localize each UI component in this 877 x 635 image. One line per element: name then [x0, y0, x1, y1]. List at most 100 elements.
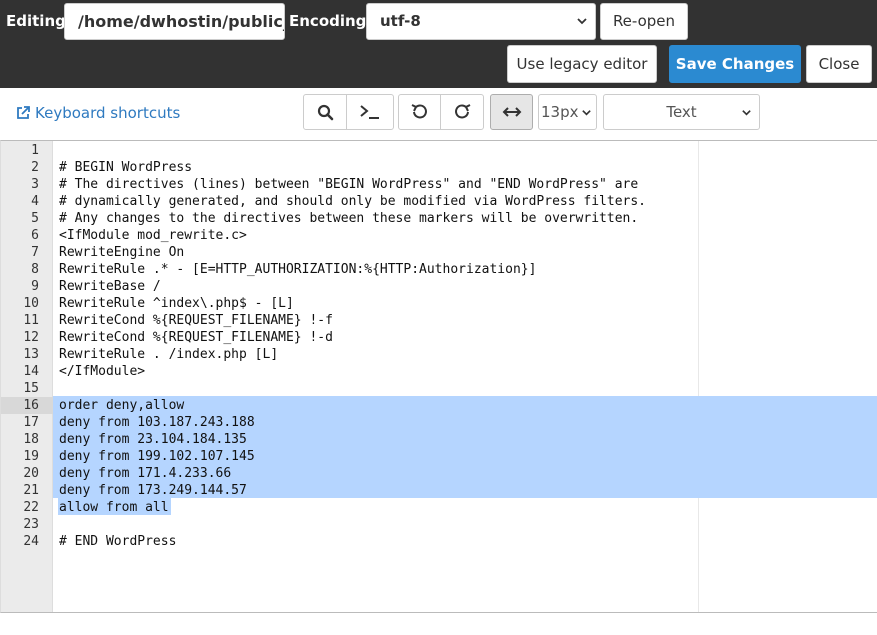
font-size-select[interactable]: 13px [538, 94, 597, 130]
line-text: </IfModule> [59, 364, 146, 379]
code-line[interactable]: 19 deny from 199.102.107.145 [1, 448, 877, 465]
line-number: 17 [23, 415, 39, 430]
undo-icon [411, 104, 427, 119]
code-line[interactable]: 10 RewriteRule ^index\.php$ - [L] [1, 295, 877, 312]
line-number: 3 [31, 177, 39, 192]
code-line[interactable]: 9 RewriteBase / [1, 278, 877, 295]
syntax-mode-select[interactable]: Text [603, 94, 760, 130]
line-number: 5 [31, 211, 39, 226]
line-text: allow from all [59, 500, 169, 515]
encoding-select[interactable]: utf-8 [366, 3, 596, 40]
code-line[interactable]: 4 # dynamically generated, and should onl… [1, 193, 877, 210]
line-number: 14 [23, 364, 39, 379]
code-line[interactable]: 14 </IfModule> [1, 363, 877, 380]
code-line[interactable]: 20 deny from 171.4.233.66 [1, 465, 877, 482]
line-text: order deny,allow [59, 398, 185, 413]
code-line[interactable]: 17 deny from 103.187.243.188 [1, 414, 877, 431]
keyboard-shortcuts-link[interactable]: Keyboard shortcuts [15, 104, 180, 122]
line-text: RewriteCond %{REQUEST_FILENAME} !-d [59, 330, 333, 345]
line-number: 15 [23, 381, 39, 396]
line-number: 12 [23, 330, 39, 345]
chevron-down-icon [582, 110, 591, 116]
code-editor[interactable]: 1 2 # BEGIN WordPress 3 # The directives (li… [0, 140, 877, 613]
line-text: deny from 171.4.233.66 [59, 466, 232, 481]
undo-button[interactable] [398, 94, 441, 130]
line-text: RewriteRule .* - [E=HTTP_AUTHORIZATION:%… [59, 262, 537, 277]
code-line[interactable]: 11 RewriteCond %{REQUEST_FILENAME} !-f [1, 312, 877, 329]
code-line[interactable]: 12 RewriteCond %{REQUEST_FILENAME} !-d [1, 329, 877, 346]
line-text: deny from 103.187.243.188 [59, 415, 255, 430]
line-number: 24 [23, 534, 39, 549]
code-line[interactable]: 1 [1, 142, 877, 159]
keyboard-shortcuts-label: Keyboard shortcuts [35, 104, 181, 122]
code-line[interactable]: 8 RewriteRule .* - [E=HTTP_AUTHORIZATION:… [1, 261, 877, 278]
line-number: 16 [23, 398, 39, 413]
line-text: # BEGIN WordPress [59, 160, 193, 175]
encoding-value: utf-8 [380, 12, 421, 30]
code-line[interactable]: 23 [1, 516, 877, 533]
code-line[interactable]: 7 RewriteEngine On [1, 244, 877, 261]
line-number: 18 [23, 432, 39, 447]
line-number: 21 [23, 483, 39, 498]
line-number: 8 [31, 262, 39, 277]
line-number: 6 [31, 228, 39, 243]
code-line[interactable]: 3 # The directives (lines) between "BEGIN… [1, 176, 877, 193]
line-text: RewriteCond %{REQUEST_FILENAME} !-f [59, 313, 333, 328]
code-line[interactable]: 15 [1, 380, 877, 397]
line-text: deny from 23.104.184.135 [59, 432, 247, 447]
line-number: 4 [31, 194, 39, 209]
line-number: 1 [31, 143, 39, 158]
line-text: RewriteBase / [59, 279, 161, 294]
line-number: 10 [23, 296, 39, 311]
redo-button[interactable] [440, 94, 484, 130]
code-line[interactable]: 13 RewriteRule . /index.php [L] [1, 346, 877, 363]
chevron-down-icon [577, 18, 587, 25]
search-button[interactable] [303, 94, 347, 130]
terminal-icon [360, 105, 379, 119]
line-text: RewriteRule ^index\.php$ - [L] [59, 296, 294, 311]
line-number: 2 [31, 160, 39, 175]
code-line[interactable]: 5 # Any changes to the directives between… [1, 210, 877, 227]
line-text: # END WordPress [59, 534, 177, 549]
line-number: 9 [31, 279, 39, 294]
font-size-value: 13px [541, 103, 579, 121]
save-changes-button[interactable]: Save Changes [669, 45, 801, 83]
file-path-input[interactable]: /home/dwhostin/public_ [64, 3, 285, 40]
line-number: 19 [23, 449, 39, 464]
code-line[interactable]: 2 # BEGIN WordPress [1, 159, 877, 176]
encoding-label: Encoding: [289, 12, 373, 30]
line-number: 22 [23, 500, 39, 515]
line-text: # dynamically generated, and should only… [59, 194, 646, 209]
editing-label: Editing: [6, 12, 72, 30]
line-text: RewriteEngine On [59, 245, 185, 260]
line-number: 23 [23, 517, 39, 532]
line-text: deny from 199.102.107.145 [59, 449, 255, 464]
line-number: 11 [23, 313, 39, 328]
reopen-button[interactable]: Re-open [600, 3, 688, 40]
line-number: 7 [31, 245, 39, 260]
line-text: <IfModule mod_rewrite.c> [59, 228, 247, 243]
line-text: # Any changes to the directives between … [59, 211, 639, 226]
close-button[interactable]: Close [806, 45, 872, 83]
goto-line-button[interactable] [346, 94, 394, 130]
line-text: RewriteRule . /index.php [L] [59, 347, 279, 362]
code-line[interactable]: 24 # END WordPress [1, 533, 877, 550]
code-line[interactable]: 6 <IfModule mod_rewrite.c> [1, 227, 877, 244]
syntax-mode-value: Text [666, 103, 697, 121]
redo-icon [455, 104, 471, 119]
arrows-horizontal-icon [502, 107, 521, 117]
code-line[interactable]: 16 order deny,allow [1, 397, 877, 414]
legacy-editor-button[interactable]: Use legacy editor [507, 45, 657, 83]
external-link-icon [17, 106, 30, 119]
code-line[interactable]: 21 deny from 173.249.144.57 [1, 482, 877, 499]
line-number: 13 [23, 347, 39, 362]
code-line[interactable]: 18 deny from 23.104.184.135 [1, 431, 877, 448]
chevron-down-icon [742, 110, 751, 116]
search-icon [317, 104, 333, 120]
line-number: 20 [23, 466, 39, 481]
line-text: deny from 173.249.144.57 [59, 483, 247, 498]
editor-header: Editing: /home/dwhostin/public_ Encoding… [0, 0, 877, 88]
word-wrap-toggle[interactable] [490, 94, 533, 130]
line-text: # The directives (lines) between "BEGIN … [59, 177, 639, 192]
code-line[interactable]: 22 allow from all [1, 499, 877, 516]
